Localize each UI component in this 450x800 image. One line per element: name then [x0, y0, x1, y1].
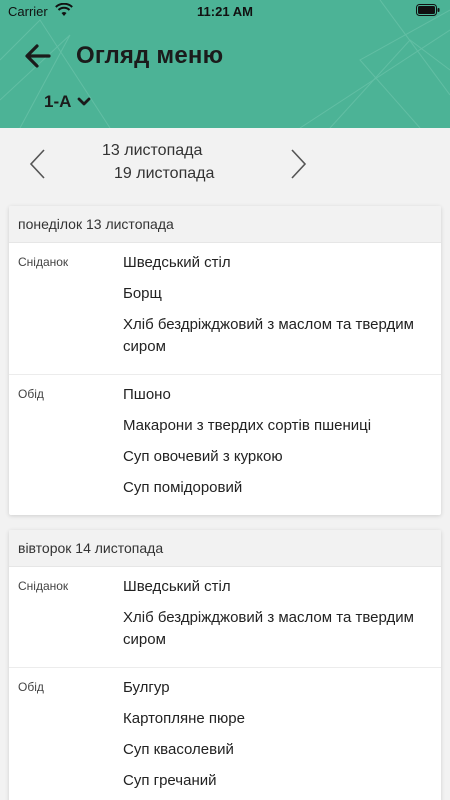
meal-name: Обід [18, 680, 44, 694]
dish-item: Суп овочевий з куркою [123, 448, 283, 465]
dish-item: Шведський стіл [123, 578, 231, 595]
day-header: понеділок 13 листопада [9, 206, 441, 243]
dish-item: Пшоно [123, 386, 171, 403]
dish-item: Суп квасолевий [123, 741, 234, 758]
page-title: Огляд меню [76, 42, 224, 69]
dish-item: Картопляне пюре [123, 710, 245, 727]
meal-block: Сніданок Шведський стіл Хліб бездріжджов… [9, 567, 441, 668]
class-label: 1-A [44, 92, 72, 111]
dish-list: Булгур Картопляне пюре Суп квасолевий Су… [123, 676, 441, 800]
dish-item: Борщ [123, 285, 162, 302]
menu-overview-screen: Carrier 11:21 AM Огляд меню 1-A 13 листо… [0, 0, 450, 800]
dish-item: Булгур [123, 679, 170, 696]
chevron-down-icon [78, 97, 91, 106]
dish-list: Пшоно Макарони з твердих сортів пшениці … [123, 383, 441, 507]
meal-block: Обід Пшоно Макарони з твердих сортів пше… [9, 375, 441, 515]
meal-block: Сніданок Шведський стіл Борщ Хліб бездрі… [9, 243, 441, 375]
dish-item: Суп гречаний [123, 772, 217, 789]
battery-icon [416, 4, 440, 16]
day-card: вівторок 14 листопада Сніданок Шведський… [9, 530, 441, 800]
day-card: понеділок 13 листопада Сніданок Шведськи… [9, 206, 441, 515]
week-navigator: 13 листопада 19 листопада [0, 128, 450, 198]
back-button[interactable] [22, 40, 54, 72]
week-start-date: 13 листопада [102, 142, 203, 159]
meal-name: Обід [18, 387, 44, 401]
arrow-left-icon [25, 44, 51, 68]
dish-item: Хліб бездріжджовий з маслом та твердим с… [123, 316, 414, 355]
dish-list: Шведський стіл Хліб бездріжджовий з масл… [123, 575, 441, 659]
status-time: 11:21 AM [197, 4, 253, 19]
dish-item: Хліб бездріжджовий з маслом та твердим с… [123, 609, 414, 648]
previous-week-button[interactable] [28, 148, 48, 180]
dish-list: Шведський стіл Борщ Хліб бездріжджовий з… [123, 251, 441, 366]
week-end-date: 19 листопада [114, 165, 215, 182]
header: Carrier 11:21 AM Огляд меню 1-A [0, 0, 450, 128]
meal-block: Обід Булгур Картопляне пюре Суп квасолев… [9, 668, 441, 800]
dish-item: Суп помідоровий [123, 479, 243, 496]
status-bar: Carrier 11:21 AM [0, 0, 450, 22]
meal-name: Сніданок [18, 255, 69, 269]
class-selector[interactable]: 1-A [44, 92, 91, 112]
dish-item: Шведський стіл [123, 254, 231, 271]
day-header: вівторок 14 листопада [9, 530, 441, 567]
meal-name: Сніданок [18, 579, 69, 593]
dish-item: Макарони з твердих сортів пшениці [123, 417, 372, 434]
next-week-button[interactable] [288, 148, 308, 180]
